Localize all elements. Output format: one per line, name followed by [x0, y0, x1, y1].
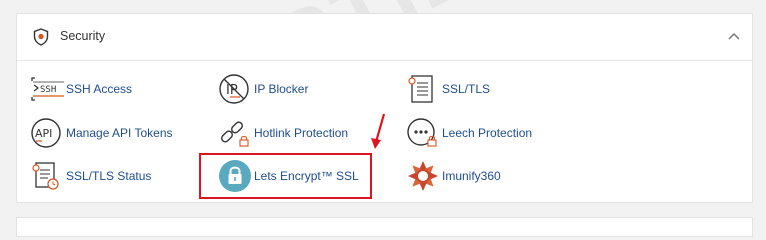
security-panel: Security SSH SSH Access IP IP Blocker SS… — [16, 13, 753, 203]
ssl-tls-link[interactable]: SSL/TLS — [406, 72, 490, 106]
manage-api-tokens-label: Manage API Tokens — [66, 126, 173, 140]
shield-icon — [33, 28, 49, 46]
security-panel-header[interactable]: Security — [17, 14, 752, 61]
ssl-tls-status-link[interactable]: SSL/TLS Status — [30, 159, 151, 193]
ip-blocker-label: IP Blocker — [254, 82, 309, 96]
ssl-tls-status-label: SSL/TLS Status — [66, 169, 152, 183]
section-title: Security — [60, 29, 106, 43]
lets-encrypt-ssl-link[interactable]: Lets Encrypt™ SSL — [218, 159, 359, 193]
svg-text:API: API — [35, 127, 52, 140]
ssl-tls-certificate-icon — [406, 72, 446, 106]
ssl-tls-label: SSL/TLS — [442, 82, 491, 96]
next-section-panel — [16, 217, 753, 237]
ip-blocker-icon: IP — [218, 72, 258, 106]
ssh-terminal-icon: SSH — [30, 72, 70, 106]
ssl-tls-status-icon — [30, 159, 70, 193]
api-tokens-icon: API — [30, 116, 70, 150]
ip-blocker-link[interactable]: IP IP Blocker — [218, 72, 308, 106]
ssh-access-link[interactable]: SSH SSH Access — [30, 72, 132, 106]
imunify360-icon — [406, 159, 446, 193]
hotlink-protection-label: Hotlink Protection — [254, 126, 349, 140]
lets-encrypt-ssl-label: Lets Encrypt™ SSL — [254, 169, 359, 183]
svg-text:SSH: SSH — [40, 85, 56, 95]
hotlink-protection-link[interactable]: Hotlink Protection — [218, 116, 348, 150]
leech-protection-icon — [406, 116, 446, 150]
manage-api-tokens-link[interactable]: API Manage API Tokens — [30, 116, 173, 150]
hotlink-protection-icon — [218, 116, 258, 150]
imunify360-label: Imunify360 — [442, 169, 501, 183]
chevron-up-icon[interactable] — [728, 32, 740, 40]
imunify360-link[interactable]: Imunify360 — [406, 159, 501, 193]
ssh-access-label: SSH Access — [66, 82, 133, 96]
red-arrow-icon — [371, 113, 386, 149]
leech-protection-label: Leech Protection — [442, 126, 533, 140]
leech-protection-link[interactable]: Leech Protection — [406, 116, 532, 150]
lets-encrypt-lock-icon — [218, 159, 258, 193]
